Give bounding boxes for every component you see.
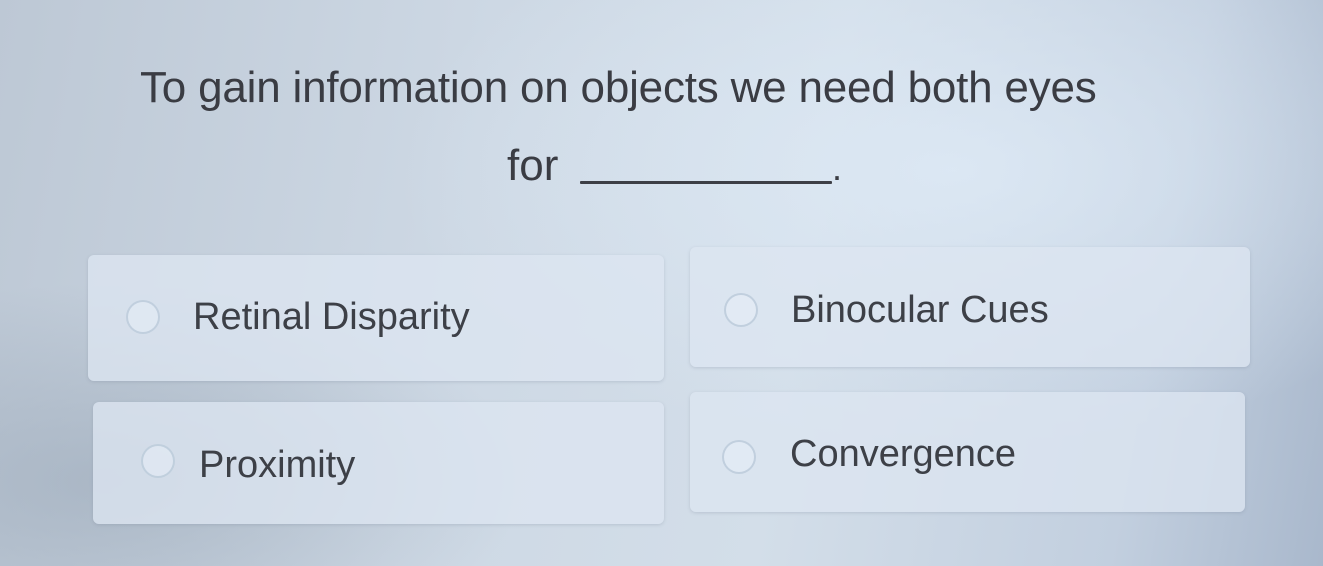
answer-blank — [580, 181, 832, 184]
answer-option-proximity[interactable]: Proximity — [93, 402, 664, 524]
answer-option-convergence[interactable]: Convergence — [690, 392, 1245, 512]
question-text-line-1: To gain information on objects we need b… — [140, 63, 1097, 112]
question-period: . — [832, 147, 843, 188]
question-text-line-2: for — [507, 141, 559, 190]
radio-button-icon[interactable] — [722, 440, 756, 474]
answer-option-retinal-disparity[interactable]: Retinal Disparity — [88, 255, 664, 381]
answer-option-label: Binocular Cues — [791, 289, 1049, 331]
answer-option-label: Proximity — [199, 444, 356, 486]
radio-button-icon[interactable] — [126, 300, 160, 334]
answer-option-label: Convergence — [790, 433, 1017, 475]
radio-button-icon[interactable] — [724, 293, 758, 327]
radio-button-icon[interactable] — [141, 444, 175, 478]
answer-option-label: Retinal Disparity — [193, 296, 470, 338]
answer-option-binocular-cues[interactable]: Binocular Cues — [690, 247, 1250, 367]
